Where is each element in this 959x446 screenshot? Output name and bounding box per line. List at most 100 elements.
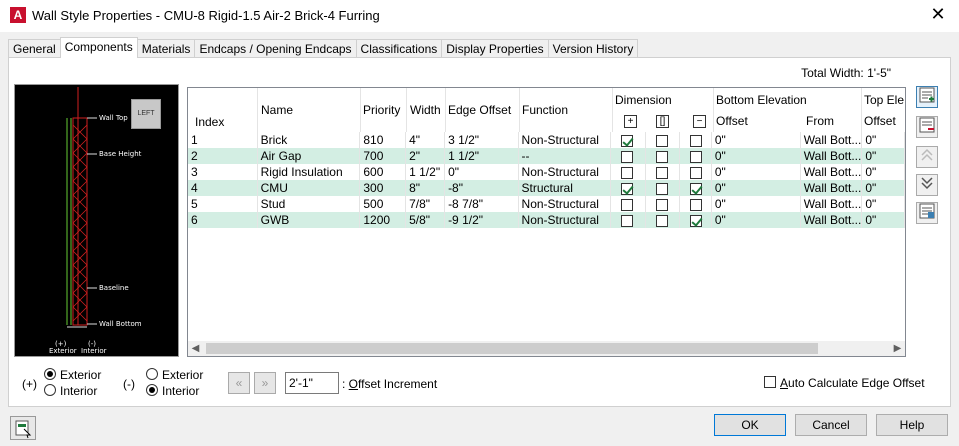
dimension-checkbox[interactable] (656, 150, 669, 163)
dimension-checkbox[interactable] (690, 166, 703, 179)
dimension-checkbox[interactable] (656, 198, 669, 211)
horizontal-scrollbar[interactable]: ◀ ▶ (188, 341, 905, 356)
dimension-checkbox[interactable] (656, 182, 669, 195)
header-from[interactable]: From (806, 114, 834, 128)
row-priority[interactable]: 810 (359, 132, 407, 148)
row-function[interactable]: -- (518, 148, 612, 164)
row-width[interactable]: 1 1/2" (405, 164, 446, 180)
row-function[interactable]: Structural (518, 180, 612, 196)
row-bottom-offset[interactable]: 0" (711, 132, 801, 148)
row-name[interactable]: Air Gap (257, 148, 361, 164)
row-from[interactable]: Wall Bott... (800, 180, 863, 196)
row-edge-offset[interactable]: -8" (444, 180, 519, 196)
row-edge-offset[interactable]: -9 1/2" (444, 212, 519, 228)
dimension-checkbox[interactable] (621, 182, 634, 195)
dimension-checkbox[interactable] (621, 214, 634, 227)
table-row[interactable]: 2 Air Gap 700 2" 1 1/2" -- 0" Wall Bott... 0" (188, 148, 905, 164)
interior-group-exterior-radio[interactable] (146, 368, 158, 380)
row-width[interactable]: 5/8" (405, 212, 446, 228)
add-component-button[interactable] (916, 86, 938, 108)
row-top-offset[interactable]: 0" (861, 148, 905, 164)
row-bottom-offset[interactable]: 0" (711, 148, 801, 164)
row-width[interactable]: 7/8" (405, 196, 446, 212)
row-function[interactable]: Non-Structural (518, 132, 612, 148)
row-name[interactable]: Rigid Insulation (257, 164, 361, 180)
row-width[interactable]: 8" (405, 180, 446, 196)
exterior-group-interior-label[interactable]: Interior (60, 384, 97, 398)
scroll-left-icon[interactable]: ◀ (188, 341, 203, 356)
row-from[interactable]: Wall Bott... (800, 148, 863, 164)
dimension-checkbox[interactable] (621, 150, 634, 163)
dimension-checkbox[interactable] (621, 166, 634, 179)
move-down-button[interactable] (916, 174, 938, 196)
header-function[interactable]: Function (522, 103, 568, 117)
row-edge-offset[interactable]: -8 7/8" (444, 196, 519, 212)
interior-group-interior-label[interactable]: Interior (162, 384, 199, 398)
tab-classifications[interactable]: Classifications (355, 39, 443, 58)
row-index[interactable]: 5 (188, 196, 258, 212)
increase-offset-button[interactable]: » (254, 372, 276, 394)
row-name[interactable]: Brick (257, 132, 361, 148)
header-index[interactable]: Index (195, 115, 224, 129)
tab-materials[interactable]: Materials (136, 39, 196, 58)
table-row[interactable]: 5 Stud 500 7/8" -8 7/8" Non-Structural 0" Wall … (188, 196, 905, 212)
dimension-center-icon[interactable]: [] (656, 115, 669, 128)
row-name[interactable]: CMU (257, 180, 361, 196)
header-priority[interactable]: Priority (363, 103, 400, 117)
row-index[interactable]: 3 (188, 164, 258, 180)
exterior-group-exterior-radio[interactable] (44, 368, 56, 380)
header-bottom-elevation[interactable]: Bottom Elevation (716, 93, 807, 107)
help-context-button[interactable] (10, 416, 36, 440)
dimension-minus-icon[interactable]: − (693, 115, 706, 128)
row-priority[interactable]: 600 (359, 164, 407, 180)
tab-general[interactable]: General (8, 39, 61, 58)
row-function[interactable]: Non-Structural (518, 212, 612, 228)
decrease-offset-button[interactable]: « (228, 372, 250, 394)
row-top-offset[interactable]: 0" (861, 180, 905, 196)
row-from[interactable]: Wall Bott... (800, 212, 863, 228)
row-bottom-offset[interactable]: 0" (711, 164, 801, 180)
row-width[interactable]: 2" (405, 148, 446, 164)
scroll-right-icon[interactable]: ▶ (890, 341, 905, 356)
row-priority[interactable]: 1200 (359, 212, 407, 228)
row-top-offset[interactable]: 0" (861, 212, 905, 228)
dimension-plus-icon[interactable]: + (624, 115, 637, 128)
row-from[interactable]: Wall Bott... (800, 196, 863, 212)
row-bottom-offset[interactable]: 0" (711, 180, 801, 196)
component-settings-button[interactable] (916, 202, 938, 224)
dimension-checkbox[interactable] (621, 134, 634, 147)
remove-component-button[interactable] (916, 116, 938, 138)
close-icon[interactable]: ✕ (927, 4, 949, 25)
move-up-button[interactable] (916, 146, 938, 168)
row-priority[interactable]: 300 (359, 180, 407, 196)
exterior-group-interior-radio[interactable] (44, 384, 56, 396)
dimension-checkbox[interactable] (656, 166, 669, 179)
tab-endcaps[interactable]: Endcaps / Opening Endcaps (194, 39, 357, 58)
interior-group-exterior-label[interactable]: Exterior (162, 368, 203, 382)
scroll-thumb[interactable] (206, 343, 818, 354)
header-name[interactable]: Name (261, 103, 293, 117)
header-width[interactable]: Width (410, 103, 441, 117)
dimension-checkbox[interactable] (690, 182, 703, 195)
tab-display-properties[interactable]: Display Properties (441, 39, 549, 58)
dimension-checkbox[interactable] (656, 214, 669, 227)
help-button[interactable]: Help (876, 414, 948, 436)
row-top-offset[interactable]: 0" (861, 132, 905, 148)
ok-button[interactable]: OK (714, 414, 786, 436)
header-top-elevation[interactable]: Top Ele (864, 93, 904, 107)
offset-increment-input[interactable]: 2'-1" (285, 372, 339, 394)
exterior-group-exterior-label[interactable]: Exterior (60, 368, 101, 382)
row-index[interactable]: 4 (188, 180, 258, 196)
cancel-button[interactable]: Cancel (795, 414, 867, 436)
row-bottom-offset[interactable]: 0" (711, 212, 801, 228)
row-function[interactable]: Non-Structural (518, 164, 612, 180)
row-priority[interactable]: 700 (359, 148, 407, 164)
auto-calculate-checkbox[interactable] (764, 376, 776, 388)
tab-components[interactable]: Components (59, 37, 138, 58)
row-bottom-offset[interactable]: 0" (711, 196, 801, 212)
table-row[interactable]: 1 Brick 810 4" 3 1/2" Non-Structural 0" Wall Bo… (188, 132, 905, 148)
dimension-checkbox[interactable] (690, 150, 703, 163)
dimension-checkbox[interactable] (656, 134, 669, 147)
row-index[interactable]: 1 (188, 132, 258, 148)
header-dimension[interactable]: Dimension (615, 93, 672, 107)
